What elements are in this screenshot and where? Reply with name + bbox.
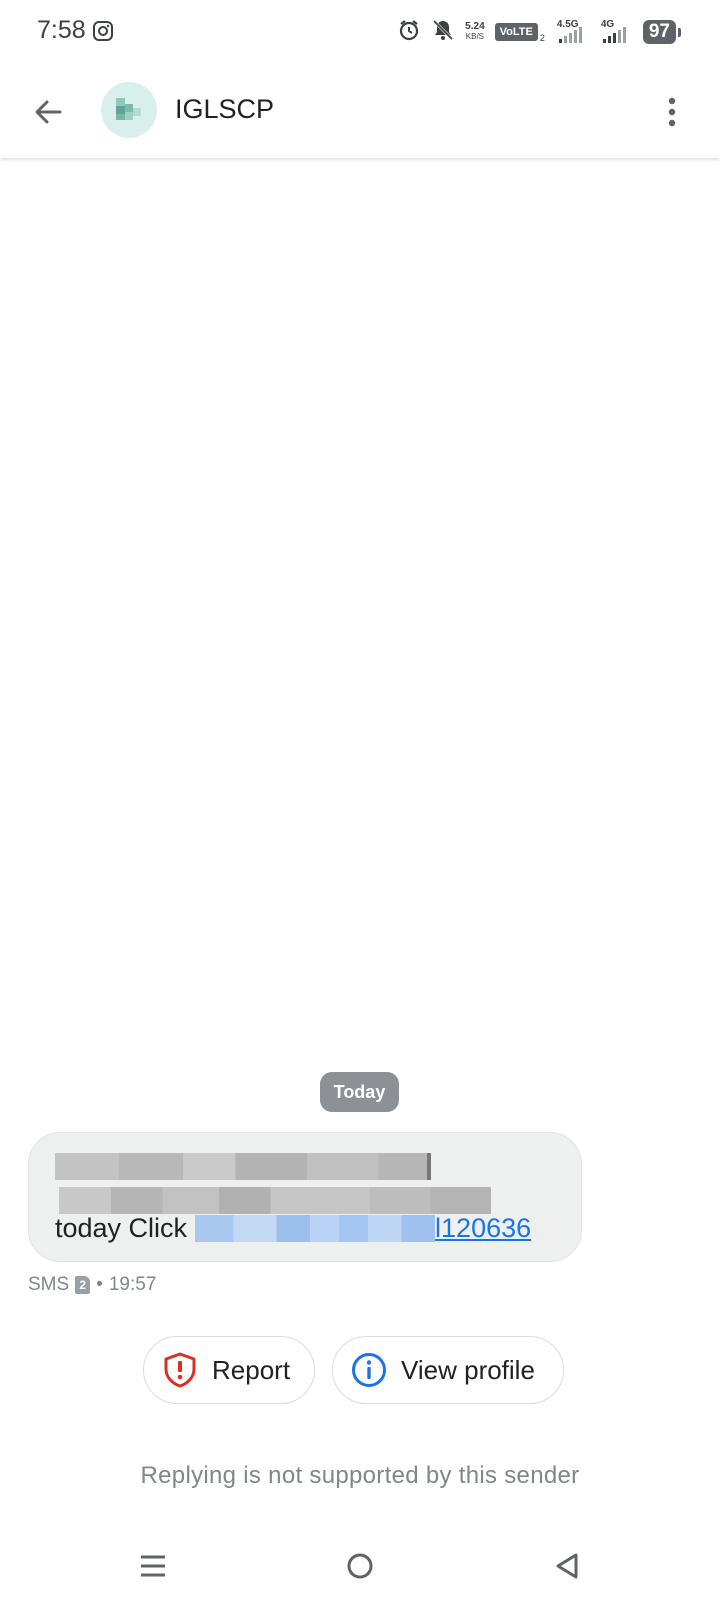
sim-card-icon: 2 — [75, 1276, 91, 1294]
message-link[interactable]: l120636 — [435, 1213, 531, 1244]
battery-indicator: 97 — [642, 20, 682, 44]
nav-back-button[interactable] — [545, 1544, 589, 1588]
app-bar: IGLSCP — [0, 62, 720, 158]
reply-not-supported-note: Replying is not supported by this sender — [140, 1462, 580, 1489]
message-bubble[interactable]: today Click l120636 — [28, 1132, 582, 1262]
alarm-icon — [397, 18, 421, 47]
triangle-back-icon — [556, 1553, 578, 1579]
more-options-button[interactable] — [650, 90, 694, 134]
circle-home-icon — [347, 1553, 373, 1579]
report-label: Report — [212, 1354, 291, 1385]
message-meta: SMS 2 • 19:57 — [28, 1274, 156, 1296]
status-bar: 7:58 5.24 KB/S VoLTE 2 4.5G 4G 97 — [0, 0, 720, 62]
signal-bars-icon — [558, 27, 582, 43]
network-speed: 5.24 KB/S — [465, 22, 484, 42]
message-last-line: today Click l120636 — [55, 1213, 531, 1244]
report-button[interactable]: Report — [143, 1336, 315, 1404]
network-speed-unit: KB/S — [465, 32, 485, 41]
system-nav-bar — [0, 1530, 720, 1600]
signal-sim1: 4.5G — [555, 19, 589, 45]
message-text: today Click — [55, 1213, 188, 1243]
arrow-left-icon — [35, 100, 62, 124]
message-time: 19:57 — [108, 1274, 157, 1295]
instagram-notification-icon — [92, 20, 114, 42]
date-divider-chip: Today — [320, 1072, 399, 1112]
notifications-muted-icon — [431, 18, 455, 47]
message-type: SMS — [28, 1274, 70, 1295]
nav-recents-button[interactable] — [131, 1544, 175, 1588]
redacted-text-line-1 — [55, 1153, 431, 1180]
contact-avatar[interactable] — [101, 82, 157, 138]
status-time: 7:58 — [37, 16, 86, 44]
conversation-title: IGLSCP — [175, 94, 275, 124]
contact-avatar-icon — [116, 98, 141, 120]
more-vert-icon — [668, 97, 676, 127]
meta-separator: • — [96, 1274, 103, 1295]
view-profile-button[interactable]: View profile — [332, 1336, 564, 1404]
back-button[interactable] — [26, 90, 70, 134]
menu-lines-icon — [141, 1555, 165, 1577]
redacted-link[interactable] — [195, 1215, 436, 1242]
info-icon — [351, 1352, 387, 1388]
redacted-text-line-2 — [59, 1187, 491, 1214]
signal-sim2: 4G — [599, 19, 633, 45]
signal-bars-icon — [602, 27, 626, 43]
view-profile-label: View profile — [401, 1354, 535, 1385]
volte-badge: VoLTE — [494, 23, 538, 41]
network-speed-value: 5.24 — [465, 21, 485, 32]
status-icons: 5.24 KB/S VoLTE 2 4.5G 4G 97 — [397, 16, 682, 48]
nav-home-button[interactable] — [338, 1544, 382, 1588]
shield-alert-icon — [162, 1352, 198, 1388]
volte-sim-number: 2 — [539, 33, 545, 43]
